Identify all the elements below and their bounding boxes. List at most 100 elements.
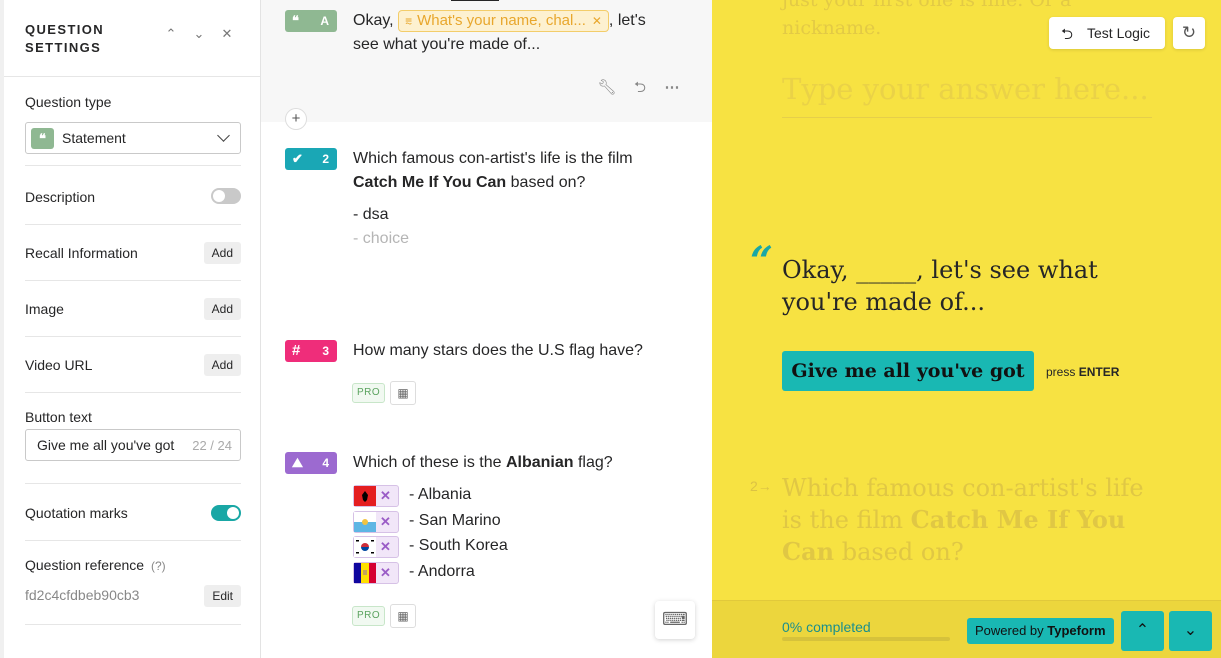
- form-preview: just your first one is fine. Or a nickna…: [712, 0, 1221, 658]
- close-icon[interactable]: ✕: [592, 14, 602, 28]
- refresh-icon[interactable]: ↻: [1173, 17, 1205, 49]
- add-question-button[interactable]: +: [285, 108, 307, 130]
- choice-thumbnail: ✕: [353, 536, 399, 558]
- more-options-icon[interactable]: ⋯: [662, 78, 682, 98]
- choice-item[interactable]: - dsa: [353, 206, 389, 224]
- choice-thumbnail: ✕: [353, 562, 399, 584]
- next-question-end: based on?: [834, 538, 964, 566]
- image-row: Image Add: [25, 281, 241, 337]
- text-start: Okay,: [353, 12, 394, 29]
- quotation-toggle[interactable]: [211, 505, 241, 521]
- next-question-text: Which famous con-artist's life is the fi…: [782, 472, 1162, 568]
- question-settings-panel: QUESTION SETTINGS ⌃ ⌄ ✕ Question type ❝ …: [0, 0, 261, 658]
- calculator-icon[interactable]: ▦: [390, 381, 416, 405]
- character-counter: 22 / 24: [192, 438, 232, 453]
- checkmark-icon: ✔: [292, 151, 303, 166]
- choice-label: - Andorra: [409, 563, 475, 580]
- andorra-flag-icon: [354, 563, 376, 583]
- test-logic-button[interactable]: ⮌ Test Logic: [1049, 17, 1165, 49]
- question-text-line2: Catch Me If You Can based on?: [353, 171, 693, 195]
- question-badge: ✔ 2: [285, 148, 337, 170]
- recall-label: Recall Information: [25, 245, 138, 261]
- powered-by-badge[interactable]: Powered by Typeform: [967, 618, 1114, 644]
- brand-name: Typeform: [1047, 623, 1106, 638]
- recall-chip[interactable]: ⩳ What's your name, chal... ✕: [398, 10, 609, 32]
- choice-thumbnail: ✕: [353, 511, 399, 533]
- press-key: ENTER: [1078, 365, 1120, 379]
- help-icon[interactable]: (?): [151, 559, 166, 573]
- reference-value: fd2c4cfdbeb90cb3: [25, 587, 140, 603]
- question-text[interactable]: Which famous con-artist's life is the fi…: [353, 147, 693, 195]
- question-type-value: Statement: [62, 130, 126, 146]
- logic-jump-icon: ⮌: [1061, 26, 1074, 43]
- question-item-statement[interactable]: ❝ A Okay, ⩳ What's your name, chal... ✕ , l…: [261, 0, 712, 122]
- pro-badge: PRO: [352, 606, 386, 626]
- description-toggle[interactable]: [211, 188, 241, 204]
- button-text-value: Give me all you've got: [37, 437, 175, 453]
- remove-icon[interactable]: ✕: [380, 514, 391, 530]
- question-number: 3: [322, 344, 329, 358]
- choice-placeholder[interactable]: - choice: [353, 230, 409, 248]
- choice-label: - South Korea: [409, 537, 508, 554]
- press-text: press: [1046, 365, 1076, 379]
- question-type-label: Question type: [25, 94, 112, 110]
- question-bold-text: Catch Me If You Can: [353, 174, 507, 191]
- next-question-button[interactable]: ⌄: [1169, 611, 1212, 651]
- quotation-mark-icon: “: [750, 238, 774, 285]
- answer-placeholder[interactable]: Type your answer here...: [782, 72, 1149, 106]
- video-add-button[interactable]: Add: [203, 354, 241, 376]
- quotation-label: Quotation marks: [25, 505, 128, 521]
- powered-by-text: Powered by: [975, 623, 1044, 638]
- calculator-icon[interactable]: ▦: [390, 604, 416, 628]
- question-text-rest: based on?: [506, 174, 586, 191]
- quotation-row: Quotation marks: [25, 484, 241, 541]
- question-type-select[interactable]: ❝ Statement: [25, 122, 241, 154]
- choice-label: - Albania: [409, 486, 472, 503]
- albania-flag-icon: [354, 486, 376, 506]
- cursor-underline: [451, 0, 499, 1]
- question-text[interactable]: Okay, ⩳ What's your name, chal... ✕ , let's…: [353, 9, 693, 57]
- san-marino-flag-icon: [354, 512, 376, 532]
- image-label: Image: [25, 301, 64, 317]
- image-add-button[interactable]: Add: [203, 298, 241, 320]
- answer-underline: [782, 117, 1152, 118]
- wrench-icon[interactable]: 🔧︎: [597, 78, 617, 98]
- description-row: Description: [25, 166, 241, 225]
- keyboard-icon[interactable]: ⌨: [655, 601, 695, 639]
- question-number: A: [320, 14, 329, 28]
- remove-icon[interactable]: ✕: [380, 539, 391, 555]
- settings-header: QUESTION SETTINGS ⌃ ⌄ ✕: [4, 0, 260, 77]
- close-icon[interactable]: ✕: [219, 24, 235, 44]
- reference-label-text: Question reference: [25, 557, 145, 573]
- question-text-line1: Okay, ⩳ What's your name, chal... ✕ , let's: [353, 9, 693, 33]
- chevron-down-icon: [217, 129, 230, 142]
- statement-text: Okay, _____, let's see what you're made …: [782, 256, 1098, 316]
- recall-icon: ⩳: [405, 14, 413, 28]
- chevron-down-icon[interactable]: ⌄: [191, 24, 207, 44]
- logic-jump-icon[interactable]: ⮌: [630, 78, 650, 98]
- chevron-up-icon[interactable]: ⌃: [163, 24, 179, 44]
- toggle-knob: [227, 507, 239, 519]
- south-korea-flag-icon: [354, 537, 376, 557]
- question-text[interactable]: How many stars does the U.S flag have?: [353, 339, 693, 363]
- remove-icon[interactable]: ✕: [380, 565, 391, 581]
- reference-edit-button[interactable]: Edit: [204, 585, 241, 607]
- recall-add-button[interactable]: Add: [203, 242, 241, 264]
- button-text-label: Button text: [25, 409, 92, 425]
- choice-label: - San Marino: [409, 512, 501, 529]
- question-bold-text: Albanian: [505, 454, 574, 471]
- button-text-input[interactable]: Give me all you've got 22 / 24: [25, 429, 241, 461]
- choice-thumbnail: ✕: [353, 485, 399, 507]
- question-badge: ❝ A: [285, 10, 337, 32]
- question-text[interactable]: Which of these is the Albanian flag?: [353, 451, 693, 475]
- question-number: 4: [322, 456, 329, 470]
- quote-icon: ❝: [292, 13, 299, 28]
- remove-icon[interactable]: ✕: [380, 488, 391, 504]
- submit-button[interactable]: Give me all you've got: [782, 351, 1034, 391]
- settings-title-line1: QUESTION: [25, 22, 105, 37]
- recall-chip-label: What's your name, chal...: [417, 12, 586, 29]
- question-text-end: flag?: [573, 454, 613, 471]
- test-logic-label: Test Logic: [1087, 25, 1151, 41]
- question-badge: # 3: [285, 340, 337, 362]
- previous-question-button[interactable]: ⌃: [1121, 611, 1164, 651]
